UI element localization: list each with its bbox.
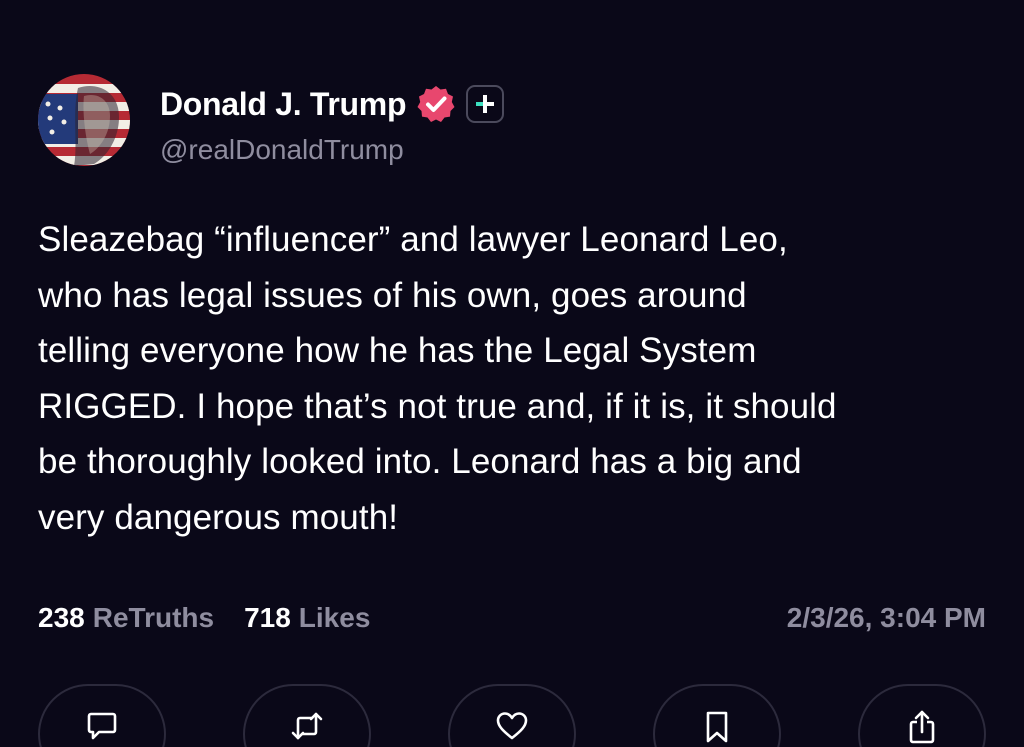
post-text-line: who has legal issues of his own, goes ar… xyxy=(38,275,747,315)
reply-button[interactable] xyxy=(38,684,166,747)
share-icon xyxy=(909,710,935,744)
truth-post: Donald J. Trump @realDonaldTrump Sleazeb… xyxy=(0,0,1024,747)
retruth-icon xyxy=(291,712,323,740)
post-text-line: RIGGED. I hope that’s not true and, if i… xyxy=(38,386,837,426)
avatar[interactable] xyxy=(38,74,130,166)
post-text-line: very dangerous mouth! xyxy=(38,497,399,537)
author-identity: Donald J. Trump @realDonaldTrump xyxy=(160,82,505,166)
post-text-line: be thoroughly looked into. Leonard has a… xyxy=(38,442,802,481)
likes-count: 718 xyxy=(244,602,291,633)
action-bar xyxy=(38,684,986,747)
heart-icon xyxy=(496,712,528,740)
like-button[interactable] xyxy=(448,684,576,747)
retruths-count: 238 xyxy=(38,602,85,633)
likes-label: Likes xyxy=(298,602,371,633)
post-stats: 238 ReTruths 718 Likes 2/3/26, 3:04 PM xyxy=(38,598,986,638)
verified-badge-icon xyxy=(416,84,456,124)
post-text: Sleazebag “influencer” and lawyer Leonar… xyxy=(38,212,998,545)
retruth-button[interactable] xyxy=(243,684,371,747)
bookmark-icon xyxy=(706,711,728,743)
post-header: Donald J. Trump @realDonaldTrump xyxy=(38,74,505,168)
author-display-name[interactable]: Donald J. Trump xyxy=(160,86,407,123)
share-button[interactable] xyxy=(858,684,986,747)
author-handle[interactable]: @realDonaldTrump xyxy=(160,134,504,166)
name-row: Donald J. Trump xyxy=(160,82,505,126)
retruths-stat[interactable]: 238 ReTruths xyxy=(38,602,214,634)
comment-icon xyxy=(87,712,117,740)
post-timestamp: 2/3/26, 3:04 PM xyxy=(786,602,986,633)
retruths-label: ReTruths xyxy=(92,602,215,633)
bookmark-button[interactable] xyxy=(653,684,781,747)
likes-stat[interactable]: 718 Likes xyxy=(244,602,370,634)
post-text-line: telling everyone how he has the Legal Sy… xyxy=(38,331,757,370)
plus-badge-icon xyxy=(466,85,505,123)
post-text-line: Sleazebag “influencer” and lawyer Leonar… xyxy=(38,220,788,259)
avatar-image xyxy=(38,74,130,166)
